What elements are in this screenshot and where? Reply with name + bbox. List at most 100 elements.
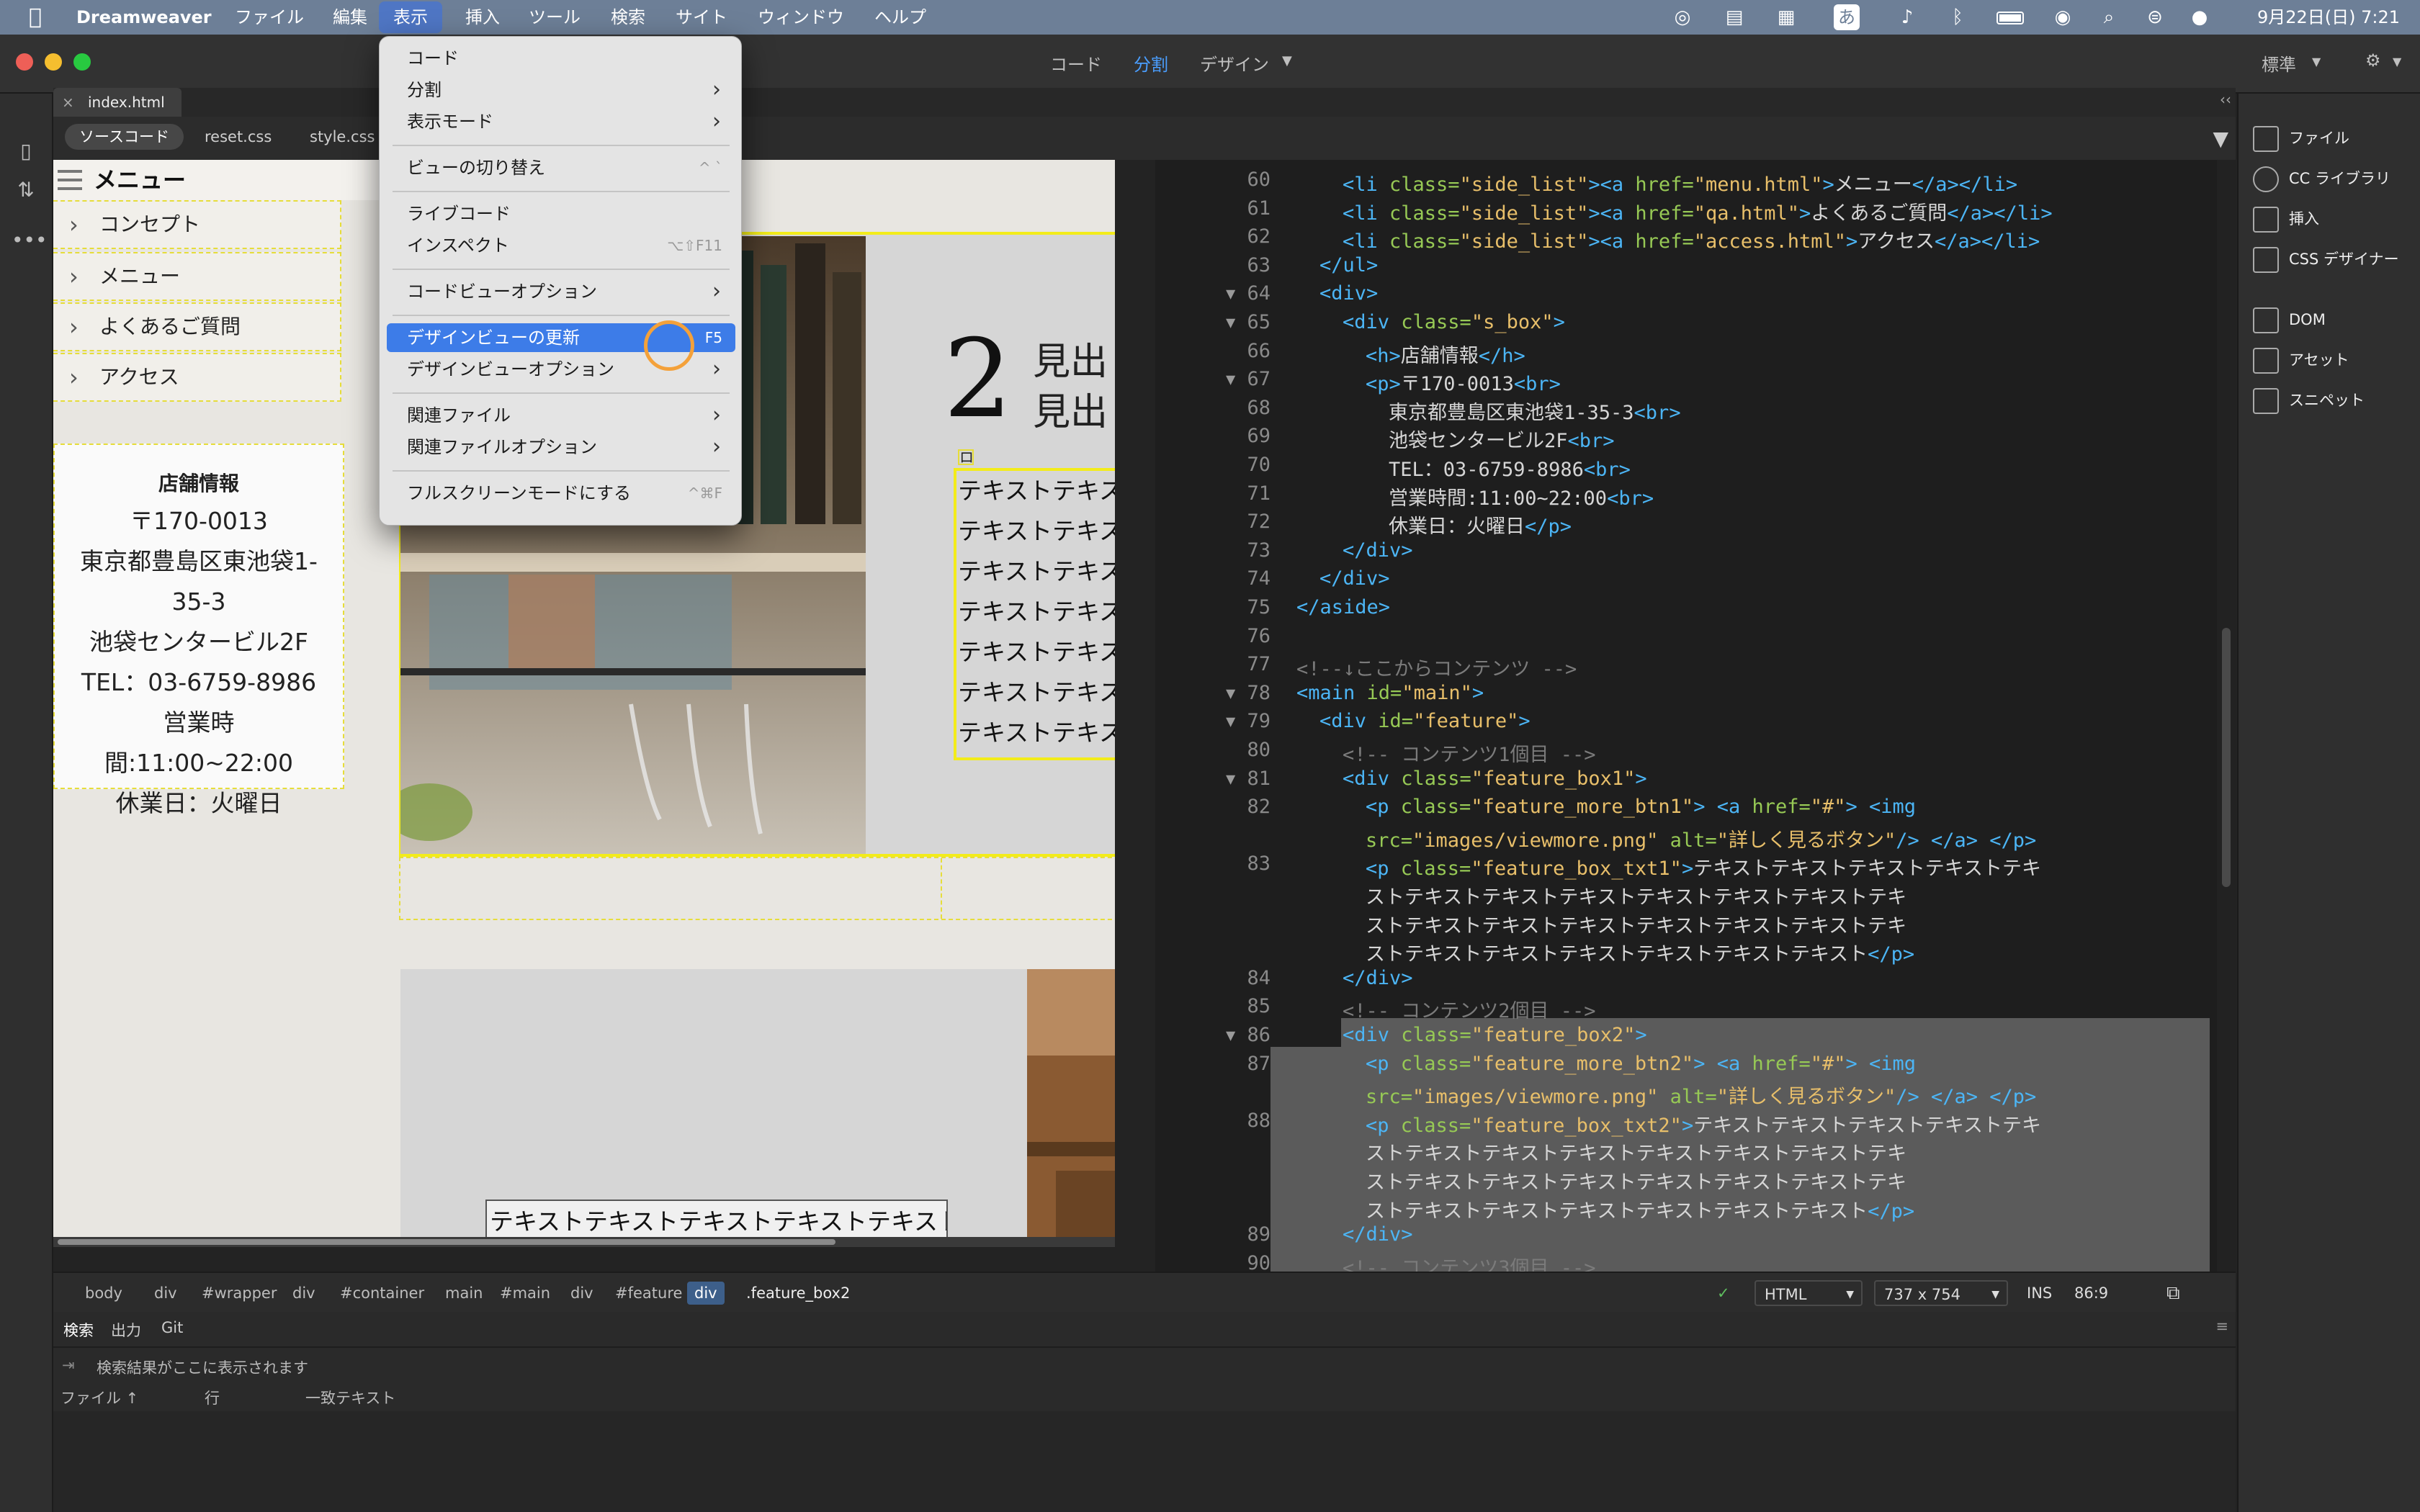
menubar-clock[interactable]: 9月22日(日) 7:21 [2257, 0, 2400, 35]
menu-site[interactable]: サイト [676, 0, 727, 35]
code-view[interactable]: 60 61 62 63 64 ▼ 65 ▼ 66 67 ▼ 68 69 70 71 72 73 74 75 76 77 7… [1155, 160, 2236, 1272]
code-line[interactable]: </ul> [1319, 254, 1378, 276]
breadcrumb-feature[interactable]: #feature [608, 1282, 689, 1305]
panel-insert[interactable]: 挿入 [2253, 203, 2319, 235]
view-design-chevron-icon[interactable]: ▼ [1282, 53, 1292, 68]
menu-item-inspect[interactable]: インスペクト ⌥⇧F11 [387, 231, 735, 260]
clipboard-icon[interactable]: ▤ [1721, 4, 1747, 30]
code-line[interactable]: <p class="feature_more_btn1"> <a href="#… [1366, 796, 1916, 818]
code-line[interactable]: 営業時間:11:00~22:00<br> [1389, 482, 1654, 510]
live-preview-icon[interactable]: ⧉ [2166, 1280, 2180, 1306]
code-line[interactable]: ストテキストテキストテキストテキストテキストテキストテキ [1366, 1138, 1906, 1166]
menu-item-related-file-options[interactable]: 関連ファイルオプション › [387, 433, 735, 462]
sort-arrows-icon[interactable]: ⇅ [12, 176, 40, 204]
battery-icon[interactable] [1994, 4, 2030, 30]
breadcrumb-feature-box2[interactable]: .feature_box2 [739, 1282, 857, 1305]
window-layout-icon[interactable]: ▦ [1773, 4, 1799, 30]
code-line[interactable]: </div> [1343, 539, 1413, 562]
shop-info-box[interactable]: 店舗情報 〒170-0013 東京都豊島区東池袋1- 35-3 池袋センタービル… [53, 444, 344, 817]
view-code-button[interactable]: コード [1050, 50, 1102, 76]
menu-item-split[interactable]: 分割 › [387, 76, 735, 104]
menu-file[interactable]: ファイル [235, 0, 304, 35]
export-icon[interactable]: ⇥ [62, 1356, 75, 1374]
validation-ok-icon[interactable]: ✓ [1717, 1280, 1730, 1306]
breadcrumb-main[interactable]: main [438, 1282, 490, 1305]
breadcrumb-wrapper[interactable]: #wrapper [194, 1282, 284, 1305]
code-line[interactable]: ストテキストテキストテキストテキストテキストテキスト</p> [1366, 938, 1914, 966]
breadcrumb-container[interactable]: #container [333, 1282, 431, 1305]
code-line[interactable]: <div class="feature_box2"> [1343, 1024, 1647, 1046]
column-file[interactable]: ファイル ↑ [60, 1387, 138, 1408]
workspace-chevron-icon[interactable]: ▼ [2312, 55, 2321, 68]
code-line[interactable]: <p class="feature_more_btn2"> <a href="#… [1366, 1053, 1916, 1075]
cursor-position[interactable]: 86:9 [2074, 1280, 2108, 1306]
nav-item-faq[interactable]: › よくあるご質問 [53, 302, 341, 351]
code-line[interactable]: <main id="main"> [1296, 682, 1484, 704]
menu-view[interactable]: 表示 [379, 1, 442, 33]
siri-icon[interactable]: ● [2187, 4, 2213, 30]
nav-item-access[interactable]: › アクセス [53, 353, 341, 402]
settings-gear-icon[interactable]: ⚙ [2365, 50, 2381, 71]
code-line[interactable]: <li class="side_list"><a href="access.ht… [1343, 225, 2040, 253]
fold-toggle-icon[interactable]: ▼ [1226, 1027, 1235, 1045]
input-method-icon[interactable]: あ [1834, 4, 1860, 30]
close-tab-icon[interactable]: × [62, 88, 74, 117]
code-line[interactable]: <div> [1319, 282, 1378, 305]
code-line[interactable]: 池袋センタービル2F<br> [1389, 425, 1615, 453]
tab-output[interactable]: 出力 [111, 1319, 141, 1341]
insert-mode[interactable]: INS [2027, 1280, 2052, 1306]
code-line[interactable]: ストテキストテキストテキストテキストテキストテキスト</p> [1366, 1195, 1914, 1223]
code-line[interactable]: src="images/viewmore.png" alt="詳しく見るボタン"… [1366, 1081, 2036, 1109]
menu-item-switch-view[interactable]: ビューの切り替え ^ ` [387, 153, 735, 182]
code-line[interactable]: ストテキストテキストテキストテキストテキストテキストテキ [1366, 910, 1906, 938]
menu-insert[interactable]: 挿入 [465, 0, 500, 35]
code-line[interactable]: <h>店舗情報</h> [1366, 340, 1525, 368]
document-type-select[interactable]: HTML ▼ [1754, 1280, 1863, 1306]
code-line[interactable]: <div class="s_box"> [1343, 311, 1565, 333]
code-line[interactable]: 東京都豊島区東池袋1-35-3<br> [1389, 397, 1681, 425]
screen-record-icon[interactable]: ◎ [1670, 4, 1695, 30]
code-line[interactable]: ストテキストテキストテキストテキストテキストテキストテキ [1366, 1166, 1906, 1194]
column-match[interactable]: 一致テキスト [305, 1387, 395, 1408]
code-line[interactable]: <p>〒170-0013<br> [1366, 368, 1561, 396]
bluetooth-icon[interactable]: ᛒ [1945, 4, 1971, 30]
panel-assets[interactable]: アセット [2253, 344, 2349, 376]
menu-item-code-view-options[interactable]: コードビューオプション › [387, 277, 735, 306]
related-file-source[interactable]: ソースコード [65, 124, 184, 150]
menu-window[interactable]: ウィンドウ [758, 0, 844, 35]
related-file-reset-css[interactable]: reset.css [190, 124, 286, 150]
view-split-button[interactable]: 分割 [1134, 50, 1168, 76]
panel-cc-libraries[interactable]: CC ライブラリ [2253, 163, 2390, 194]
panel-files[interactable]: ファイル [2253, 122, 2349, 154]
code-line[interactable]: </div> [1343, 1223, 1413, 1246]
menu-help[interactable]: ヘルプ [874, 0, 926, 35]
more-options-icon[interactable]: ••• [12, 226, 48, 255]
breadcrumb-div[interactable]: div [147, 1282, 184, 1305]
menu-item-display-mode[interactable]: 表示モード › [387, 107, 735, 136]
menu-tools[interactable]: ツール [529, 0, 581, 35]
code-line[interactable]: src="images/viewmore.png" alt="詳しく見るボタン"… [1366, 824, 2036, 852]
fold-toggle-icon[interactable]: ▼ [1226, 770, 1235, 788]
panel-dom[interactable]: DOM [2253, 304, 2326, 336]
panel-css-designer[interactable]: CSS デザイナー [2253, 243, 2399, 275]
fold-toggle-icon[interactable]: ▼ [1226, 314, 1235, 332]
menu-app-name[interactable]: Dreamweaver [76, 0, 212, 35]
minimize-window-button[interactable] [45, 53, 62, 71]
breadcrumb-div[interactable]: div [285, 1282, 323, 1305]
viewport-size-select[interactable]: 737 x 754 ▼ [1874, 1280, 2008, 1306]
breadcrumb-div[interactable]: div [563, 1282, 601, 1305]
zoom-window-button[interactable] [73, 53, 91, 71]
code-vertical-scrollbar[interactable] [2217, 160, 2236, 1272]
document-icon[interactable]: ▯ [12, 137, 40, 166]
tab-search[interactable]: 検索 [63, 1319, 94, 1341]
code-line[interactable]: <!-- コンテンツ1個目 --> [1343, 739, 1596, 767]
hamburger-icon[interactable] [58, 170, 82, 190]
code-line[interactable]: ストテキストテキストテキストテキストテキストテキストテキ [1366, 881, 1906, 909]
fold-toggle-icon[interactable]: ▼ [1226, 685, 1235, 703]
code-line[interactable]: </div> [1319, 567, 1390, 590]
scroll-thumb[interactable] [58, 1239, 835, 1245]
code-line[interactable]: <div id="feature"> [1319, 710, 1531, 732]
nav-item-menu[interactable]: › メニュー [53, 252, 341, 301]
nav-item-concept[interactable]: › コンセプト [53, 200, 341, 249]
control-center-icon[interactable]: ⊜ [2142, 4, 2168, 30]
